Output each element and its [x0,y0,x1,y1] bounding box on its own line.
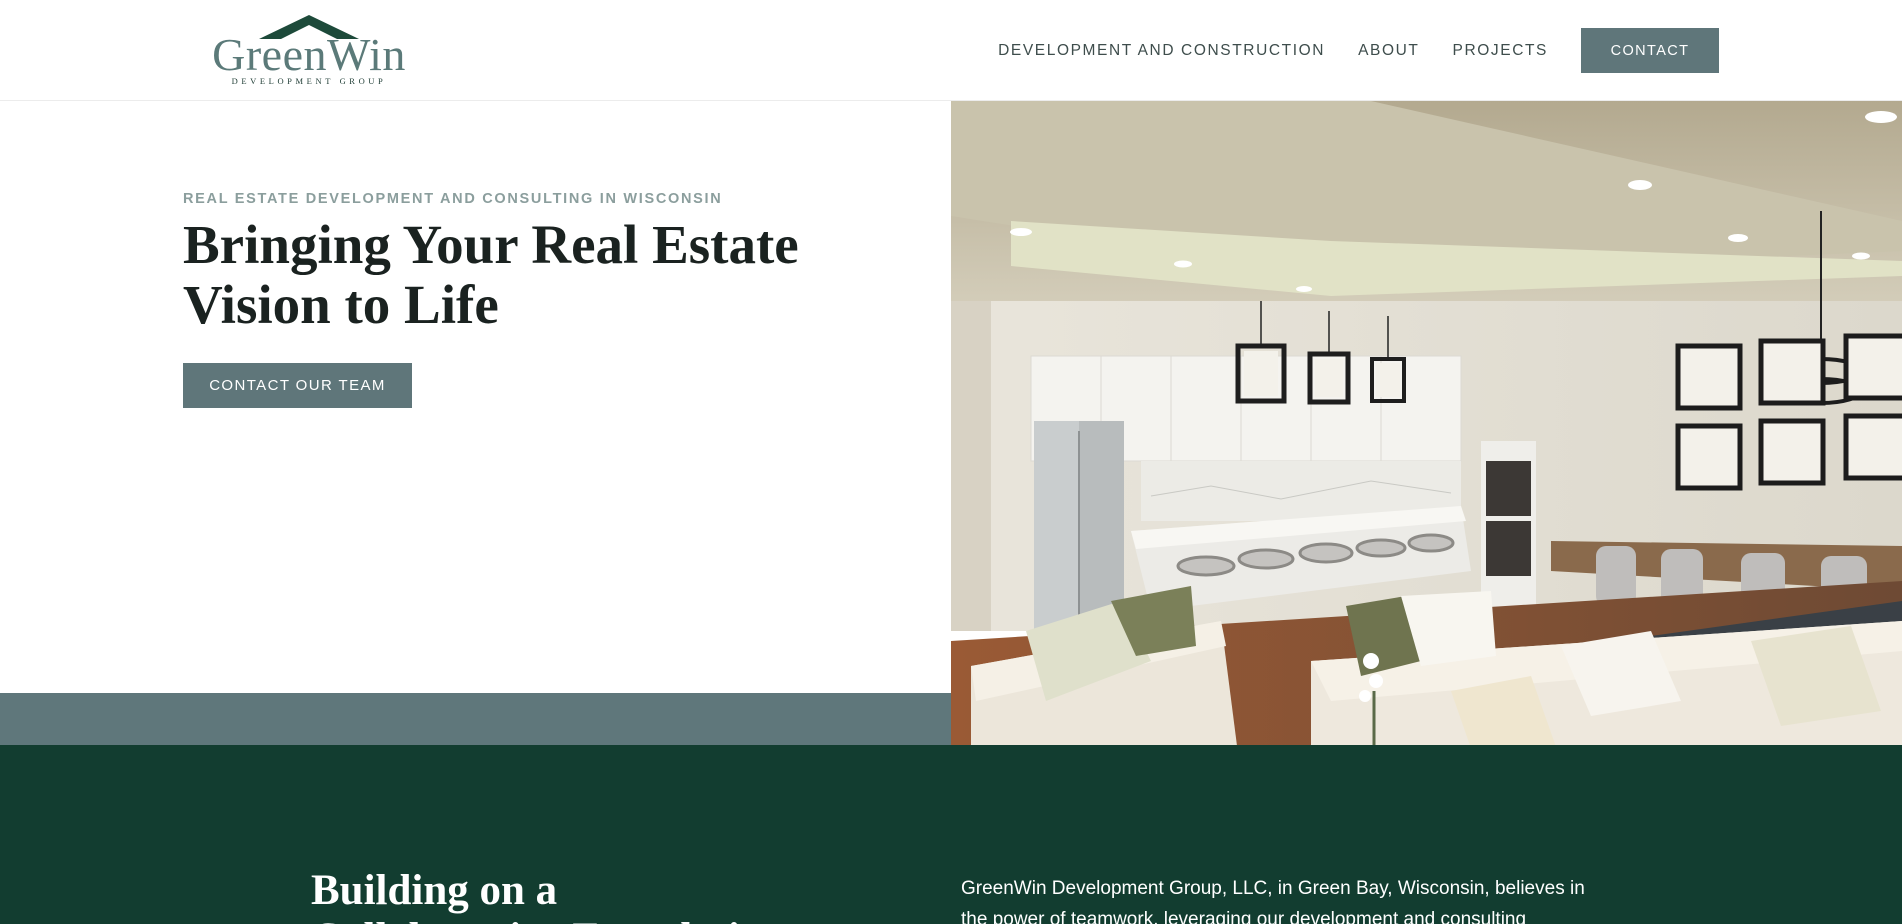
logo[interactable]: GreenWin DEVELOPMENT GROUP [183,15,435,89]
nav-about[interactable]: ABOUT [1358,42,1419,60]
about-title: Building on a Collaborative Foundation [311,867,785,924]
nav-projects[interactable]: PROJECTS [1453,42,1548,60]
site-header: GreenWin DEVELOPMENT GROUP DEVELOPMENT A… [0,0,1902,101]
interior-illustration [951,101,1902,777]
contact-button[interactable]: CONTACT [1581,28,1719,73]
logo-wordmark: GreenWin [212,29,406,80]
hero-section [0,101,951,693]
hero-interior-image [951,101,1902,777]
accent-band [0,693,951,745]
contact-our-team-button[interactable]: CONTACT OUR TEAM [183,363,412,408]
logo-tagline: DEVELOPMENT GROUP [231,76,387,86]
hero-title: Bringing Your Real Estate Vision to Life [183,214,799,335]
nav-development-and-construction[interactable]: DEVELOPMENT AND CONSTRUCTION [998,42,1325,60]
main-nav: DEVELOPMENT AND CONSTRUCTION ABOUT PROJE… [998,28,1719,73]
hero-eyebrow: REAL ESTATE DEVELOPMENT AND CONSULTING I… [183,191,723,207]
about-section [0,745,1902,924]
about-text: GreenWin Development Group, LLC, in Gree… [961,878,1585,924]
